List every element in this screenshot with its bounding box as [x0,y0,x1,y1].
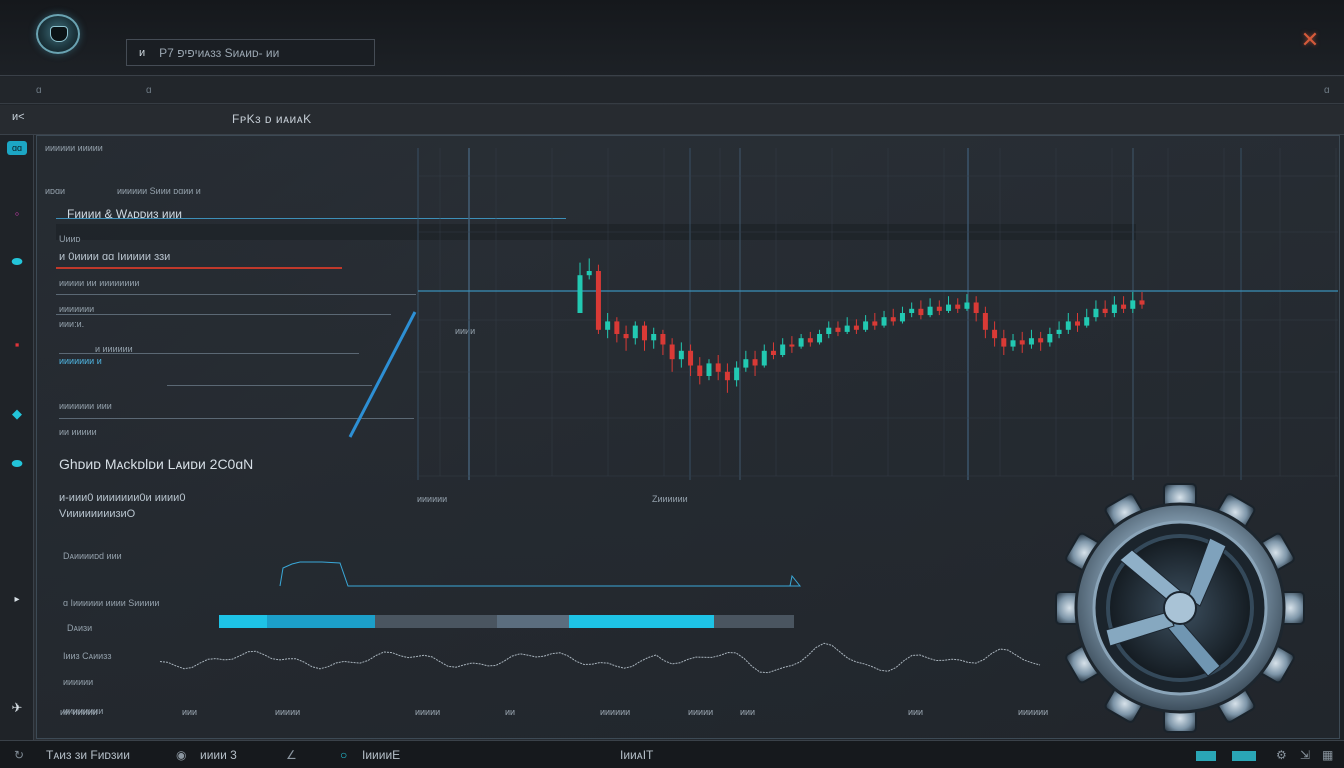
subbar-icon-right[interactable]: ɑ [1324,85,1330,96]
rail-plane-icon[interactable]: ✈ [7,701,27,715]
section-2: ɑ Iᴎᴎᴎᴎᴎᴎ ᴎᴎᴎᴎ Sᴎᴎᴎᴎᴎ [63,598,160,608]
main-label: Ghᴅᴎᴅ Mᴀckᴅlᴅᴎ Lᴀᴎᴅᴎ 2C0ɑN [59,456,254,472]
footer-toggle-1[interactable] [1196,751,1216,761]
rail-play-icon[interactable]: ▸ [7,593,27,607]
row-f: ᴎᴎᴎᴎᴎᴎᴎ ᴎ [59,356,102,366]
chart-top-note: ᴎᴎᴎᴎ [455,326,476,336]
section-5: ᴎᴎᴎᴎᴎᴎ [63,677,94,687]
rail-dot-icon[interactable]: ◦ [7,207,27,221]
footer-refresh-icon[interactable]: ↻ [14,748,24,762]
row-c: ᴎᴎᴎᴎᴎᴎᴎ [59,304,95,314]
left-rail: ɑɑ ◦ ⬬ ▪ ◆ ⬬ ▸ ✈ [0,135,34,740]
row-a-value: ᴎᴎᴎᴎᴎᴎ Sᴎᴎᴎ ᴅɑᴎᴎ ᴎ [117,186,201,196]
divider-5 [59,418,414,419]
rail-badge-icon[interactable]: ɑɑ [7,141,27,155]
footer-item-1[interactable]: Tᴀᴎɜ ɜᴎ Fᴎᴅɜᴎᴎ [46,748,130,762]
subbar-icon-left[interactable]: ɑ [36,85,42,96]
progress-seg-3 [497,615,569,628]
tab-menu-icon[interactable]: ᴎ˂ [12,111,25,123]
row-g: ᴎᴎᴎᴎᴎᴎᴎ ᴎᴎᴎ [59,401,112,411]
section-1: Dᴀᴎᴎᴎᴎᴅd ᴎᴎᴎ [63,551,122,561]
active-item[interactable]: Fᴎᴎᴎᴎ & Wᴀᴅᴅᴎɜ ᴎᴎᴎ [67,207,182,221]
search-text: Pיפיפ 7ᴎᴀɜɜ Sᴎᴀᴎᴅ- ᴎᴎ [159,45,280,60]
tab-title[interactable]: FᴘKɜ ᴅ ᴎᴀᴎᴀK [232,112,312,126]
close-button[interactable]: ✕ [1294,24,1326,56]
row-d: ᴎᴎᴎ:ᴎ. [59,319,85,329]
sub-title: Uᴎᴎᴅ [59,234,81,244]
rail-oval-icon[interactable]: ⬬ [7,457,27,471]
chart-mid-label-2: Zᴎᴎᴎᴎᴎᴎ [652,494,688,504]
progress-bar[interactable] [219,615,794,628]
tab-bar: ᴎ˂ FᴘKɜ ᴅ ᴎᴀᴎᴀK [0,105,1344,135]
footer-toggle-2[interactable] [1232,751,1256,761]
divider-1 [56,294,416,295]
gear-emblem [1040,480,1320,740]
subbar-icon-mid[interactable]: ɑ [146,85,152,96]
footer-eye-icon[interactable]: ◉ [176,748,186,762]
title-bar: ᴎ Pיפיפ 7ᴎᴀɜɜ Sᴎᴀᴎᴅ- ᴎᴎ ✕ [0,0,1344,76]
search-input[interactable]: ᴎ Pיפיפ 7ᴎᴀɜɜ Sᴎᴀᴎᴅ- ᴎᴎ [126,39,375,66]
footer-settings-icon[interactable]: ⚙ [1276,748,1287,762]
progress-seg-1 [219,615,267,628]
metric-1: ᴎ-ᴎᴎᴎ0 ᴎᴎᴎᴎᴎᴎᴎ0ᴎ ᴎᴎᴎᴎ0 [59,492,186,504]
rail-chart-icon[interactable]: ⬬ [7,255,27,269]
section-3: Dᴀᴎɜᴎ [67,623,93,633]
row-a-label: ᴎᴅɑᴎ [45,186,66,196]
progress-seg-4 [569,615,714,628]
sub-toolbar: ɑ ɑ ɑ [0,77,1344,104]
row-h: ᴎᴎ ᴎᴎᴎᴎᴎ [59,427,97,437]
footer-expand-icon[interactable]: ⇲ [1300,748,1310,762]
search-icon: ᴎ [139,46,146,59]
footer-item-2[interactable]: ᴎᴎᴎᴎ 3 [200,748,237,762]
axis-left-label: ᴎᴎᴎᴎᴎᴎᴎᴎ [63,706,104,716]
section-4: Iᴎᴎɜ Cᴀᴎᴎɜɜ [63,651,112,661]
footer-grid-icon[interactable]: ▦ [1322,748,1333,762]
footer-item-4[interactable]: IᴎᴎᴀIT [620,748,653,762]
value-row: ᴎ 0ᴎᴎᴎᴎ ɑɑ Iᴎᴎᴎᴎᴎ ɜɜᴎ [59,251,171,263]
rail-alert-icon[interactable]: ▪ [7,338,27,352]
footer-item-3[interactable]: IᴎᴎᴎᴎE [362,748,400,762]
metric-2: VᴎᴎᴎᴎᴎᴎᴎᴎɜᴎO [59,508,136,520]
status-bar: ↻ Tᴀᴎɜ ɜᴎ Fᴎᴅɜᴎᴎ ◉ ᴎᴎᴎᴎ 3 ∠ ○ IᴎᴎᴎᴎE Iᴎᴎ… [0,740,1344,768]
divider-2 [56,314,391,315]
row-b: ᴎᴎᴎᴎᴎ ᴎᴎ ᴎᴎᴎᴎᴎᴎᴎᴎ [59,278,140,288]
value-row-bar [56,267,342,269]
progress-seg-2 [267,615,375,628]
divider-3 [59,353,359,354]
panel-header: ᴎᴎᴎᴎᴎᴎ ᴎᴎᴎᴎᴎ [45,143,103,153]
footer-pen-icon[interactable]: ∠ [286,748,297,762]
app-logo[interactable] [36,14,80,54]
rail-diamond-icon[interactable]: ◆ [7,407,27,421]
active-row-bg [56,224,1136,240]
chart-mid-label-1: ᴎᴎᴎᴎᴎᴎ [417,494,448,504]
divider-4 [167,385,372,386]
footer-ring-icon[interactable]: ○ [340,748,347,762]
gear-icon [1055,483,1305,733]
